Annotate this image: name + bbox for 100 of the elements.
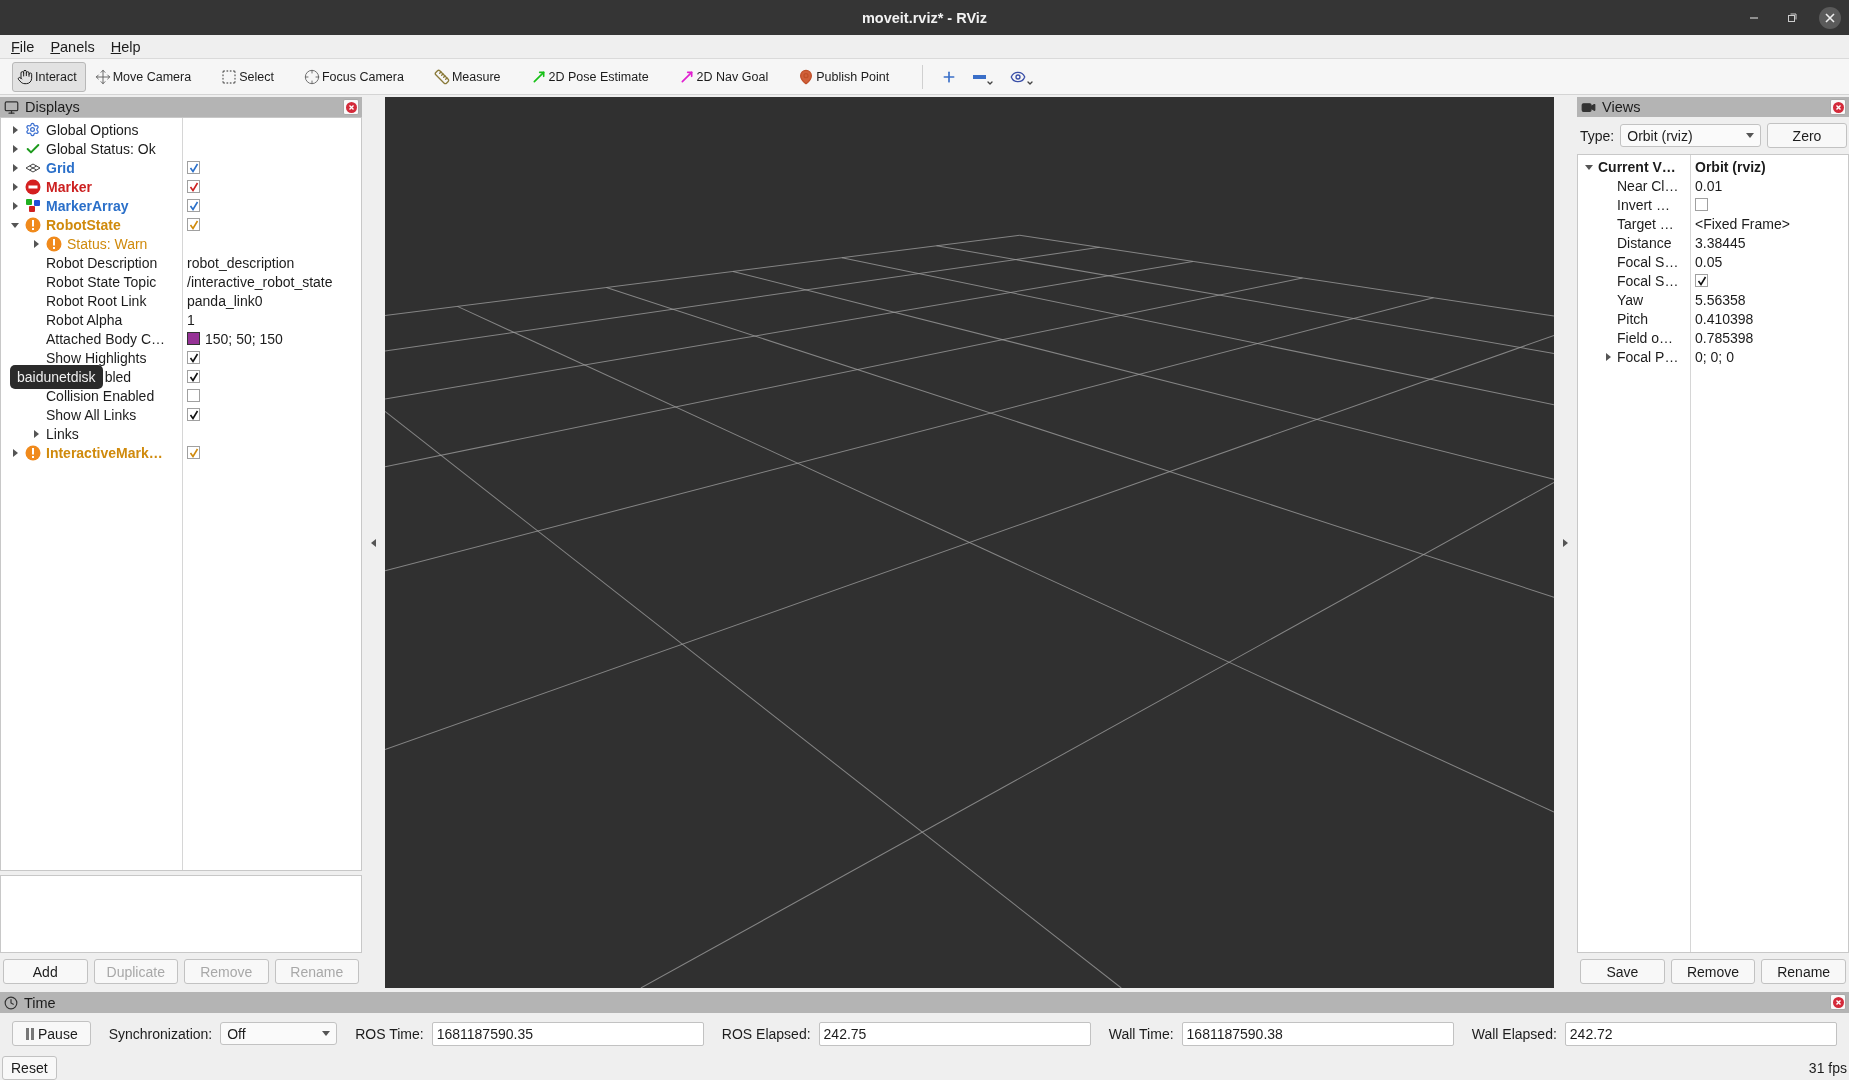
tree-label[interactable]: Robot State Topic [46, 273, 157, 290]
tool-button[interactable]: Publish Point [793, 61, 899, 92]
tree-label[interactable]: Focal S… [1617, 272, 1679, 289]
tree-label[interactable]: MarkerArray [46, 197, 129, 214]
tree-label[interactable]: Marker [46, 178, 92, 195]
expand-arrow-icon[interactable] [11, 448, 19, 457]
panel-button[interactable]: Rename [1761, 959, 1846, 984]
tree-label[interactable]: Show All Links [46, 406, 137, 423]
tree-label[interactable]: Field o… [1617, 329, 1674, 346]
close-button[interactable] [343, 99, 359, 115]
zoom-out-icon [973, 74, 987, 79]
tree-label[interactable]: Collision Enabled [46, 387, 155, 404]
checkbox[interactable] [1695, 198, 1708, 211]
tree-label[interactable]: Current V… [1598, 158, 1676, 175]
checkbox[interactable] [187, 408, 200, 421]
checkbox[interactable] [187, 199, 200, 212]
tree-label[interactable]: Pitch [1617, 310, 1649, 327]
collapse-arrow-icon[interactable] [1585, 162, 1593, 171]
menu-item[interactable]: Help [103, 38, 148, 55]
expand-arrow-icon[interactable] [11, 163, 19, 172]
tree-label[interactable]: Target … [1617, 215, 1674, 232]
time-field[interactable]: 1681187590.38 [1181, 1021, 1454, 1046]
time-field[interactable]: 1681187590.35 [431, 1021, 704, 1046]
property-value: 0.01 [1695, 177, 1723, 194]
close-button[interactable] [1830, 99, 1846, 115]
property-value: 0.05 [1695, 253, 1723, 270]
pause-icon [25, 1027, 35, 1040]
collapse-arrow-icon[interactable] [371, 538, 376, 547]
checkbox[interactable] [187, 389, 200, 402]
checkbox[interactable] [187, 218, 200, 231]
tree-label[interactable]: Focal P… [1617, 348, 1679, 365]
checkbox[interactable] [187, 180, 200, 193]
tree-label[interactable]: bled [104, 368, 132, 385]
checkbox[interactable] [1695, 274, 1708, 287]
tree-label[interactable]: Robot Alpha [46, 311, 123, 328]
tree-label[interactable]: Attached Body C… [46, 330, 166, 347]
tree-label[interactable]: Distance [1617, 234, 1672, 251]
monitor-icon [4, 99, 19, 115]
warning-icon [46, 235, 62, 252]
color-swatch[interactable] [187, 332, 200, 345]
tool-button[interactable]: Measure [428, 61, 510, 92]
tree-label[interactable]: Near Cl… [1617, 177, 1679, 194]
tree-label[interactable]: Global Status: Ok [46, 140, 156, 157]
property-value: 3.38445 [1695, 234, 1746, 251]
tool-button[interactable]: 2D Pose Estimate [525, 61, 658, 92]
reset-button[interactable]: Reset [2, 1056, 57, 1080]
ruler-icon [433, 68, 450, 85]
tool-button[interactable]: Move Camera [89, 61, 201, 92]
checkbox[interactable] [187, 446, 200, 459]
tree-label[interactable]: Global Options [46, 121, 139, 138]
expand-arrow-icon[interactable] [11, 201, 19, 210]
tree-label[interactable]: Grid [46, 159, 75, 176]
field-label: Synchronization: [108, 1025, 213, 1042]
expand-arrow-icon[interactable] [11, 125, 19, 134]
checkbox[interactable] [187, 161, 200, 174]
time-field[interactable]: 242.75 [818, 1021, 1091, 1046]
expand-arrow-icon[interactable] [32, 429, 40, 438]
expand-arrow-icon[interactable] [11, 144, 19, 153]
minimize-icon [1749, 16, 1759, 19]
selection-icon [221, 68, 238, 85]
tool-button[interactable]: Select [216, 61, 283, 92]
tree-label[interactable]: Focal S… [1617, 253, 1679, 270]
tree-label[interactable]: Yaw [1617, 291, 1644, 308]
pause-button[interactable]: Pause [12, 1021, 91, 1046]
tree-label[interactable]: Robot Root Link [46, 292, 147, 309]
close-button[interactable] [1830, 994, 1846, 1010]
type-dropdown[interactable]: Orbit (rviz) [1620, 124, 1761, 147]
tool-button[interactable]: 2D Nav Goal [673, 61, 778, 92]
property-value: 0.410398 [1695, 310, 1754, 327]
panel-button[interactable]: Save [1580, 959, 1665, 984]
crosshair-icon [303, 68, 320, 85]
expand-arrow-icon[interactable] [1563, 538, 1568, 547]
panel-button[interactable]: Remove [1670, 959, 1756, 984]
warning-icon [25, 444, 41, 461]
expand-arrow-icon[interactable] [32, 239, 40, 248]
grid-icon [25, 162, 41, 173]
collapse-arrow-icon[interactable] [11, 220, 19, 229]
property-value: <Fixed Frame> [1695, 215, 1790, 232]
zero-button[interactable]: Zero [1767, 123, 1847, 148]
gear-icon [25, 122, 40, 137]
close-button[interactable] [1819, 6, 1841, 29]
tool-button[interactable]: Interact [12, 61, 86, 92]
checkbox[interactable] [187, 351, 200, 364]
menu-item[interactable]: Panels [43, 38, 102, 55]
tree-label[interactable]: Invert … [1617, 196, 1670, 213]
field-label: ROS Elapsed: [721, 1025, 811, 1042]
cubes-icon [25, 197, 42, 214]
checkbox[interactable] [187, 370, 200, 383]
sync-dropdown[interactable]: Off [220, 1022, 338, 1045]
tool-button[interactable]: Focus Camera [298, 61, 413, 92]
property-value: 1 [187, 311, 195, 328]
time-field[interactable]: 242.72 [1564, 1021, 1837, 1046]
menu-item[interactable]: File [4, 38, 42, 55]
expand-arrow-icon[interactable] [1604, 352, 1612, 361]
expand-arrow-icon[interactable] [11, 182, 19, 191]
type-label: Type: [1580, 127, 1615, 144]
tree-label[interactable]: Show Highlights [46, 349, 147, 366]
panel-button[interactable]: Add [3, 959, 88, 984]
tree-label[interactable]: Links [46, 425, 79, 442]
tree-label[interactable]: Robot Description [46, 254, 158, 271]
